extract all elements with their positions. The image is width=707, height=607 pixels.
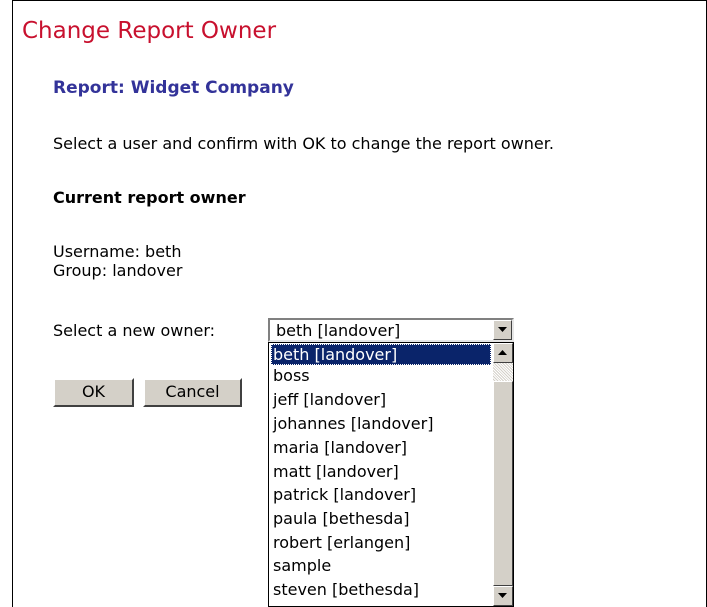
option-item[interactable]: johannes [landover] — [271, 413, 433, 434]
owner-select-value: beth [landover] — [276, 321, 401, 340]
instructions-text: Select a user and confirm with OK to cha… — [53, 134, 554, 153]
scroll-down-button[interactable] — [493, 586, 513, 606]
option-item[interactable]: patrick [landover] — [271, 484, 416, 505]
option-item[interactable]: maria [landover] — [271, 437, 407, 458]
ok-button[interactable]: OK — [53, 378, 134, 407]
scrollbar-thumb[interactable] — [493, 363, 513, 381]
cancel-button[interactable]: Cancel — [143, 378, 242, 407]
chevron-down-icon — [498, 327, 507, 332]
new-owner-label: Select a new owner: — [53, 321, 216, 340]
option-item[interactable]: steven [bethesda] — [271, 579, 419, 600]
page-title: Change Report Owner — [22, 18, 277, 44]
list-scrollbar[interactable] — [493, 343, 513, 606]
option-item[interactable]: robert [erlangen] — [271, 532, 410, 553]
dropdown-button[interactable] — [493, 320, 512, 340]
current-group: Group: landover — [53, 261, 183, 280]
chevron-up-icon — [498, 350, 507, 355]
owner-options-list[interactable]: beth [landover] boss jeff [landover] joh… — [268, 342, 514, 607]
scroll-up-button[interactable] — [493, 343, 513, 363]
owner-select[interactable]: beth [landover] — [268, 318, 514, 342]
option-item[interactable]: beth [landover] — [271, 344, 491, 365]
current-username: Username: beth — [53, 242, 182, 261]
option-item[interactable]: matt [landover] — [271, 461, 399, 482]
current-owner-info: Username: beth Group: landover — [53, 242, 182, 280]
option-item[interactable]: boss — [271, 365, 310, 386]
option-item[interactable]: jeff [landover] — [271, 389, 386, 410]
scrollbar-track[interactable] — [493, 381, 513, 586]
chevron-down-icon — [498, 593, 507, 598]
current-owner-heading: Current report owner — [53, 188, 246, 207]
option-item[interactable]: sample — [271, 555, 331, 576]
option-item[interactable]: paula [bethesda] — [271, 508, 409, 529]
report-name: Report: Widget Company — [53, 78, 294, 98]
